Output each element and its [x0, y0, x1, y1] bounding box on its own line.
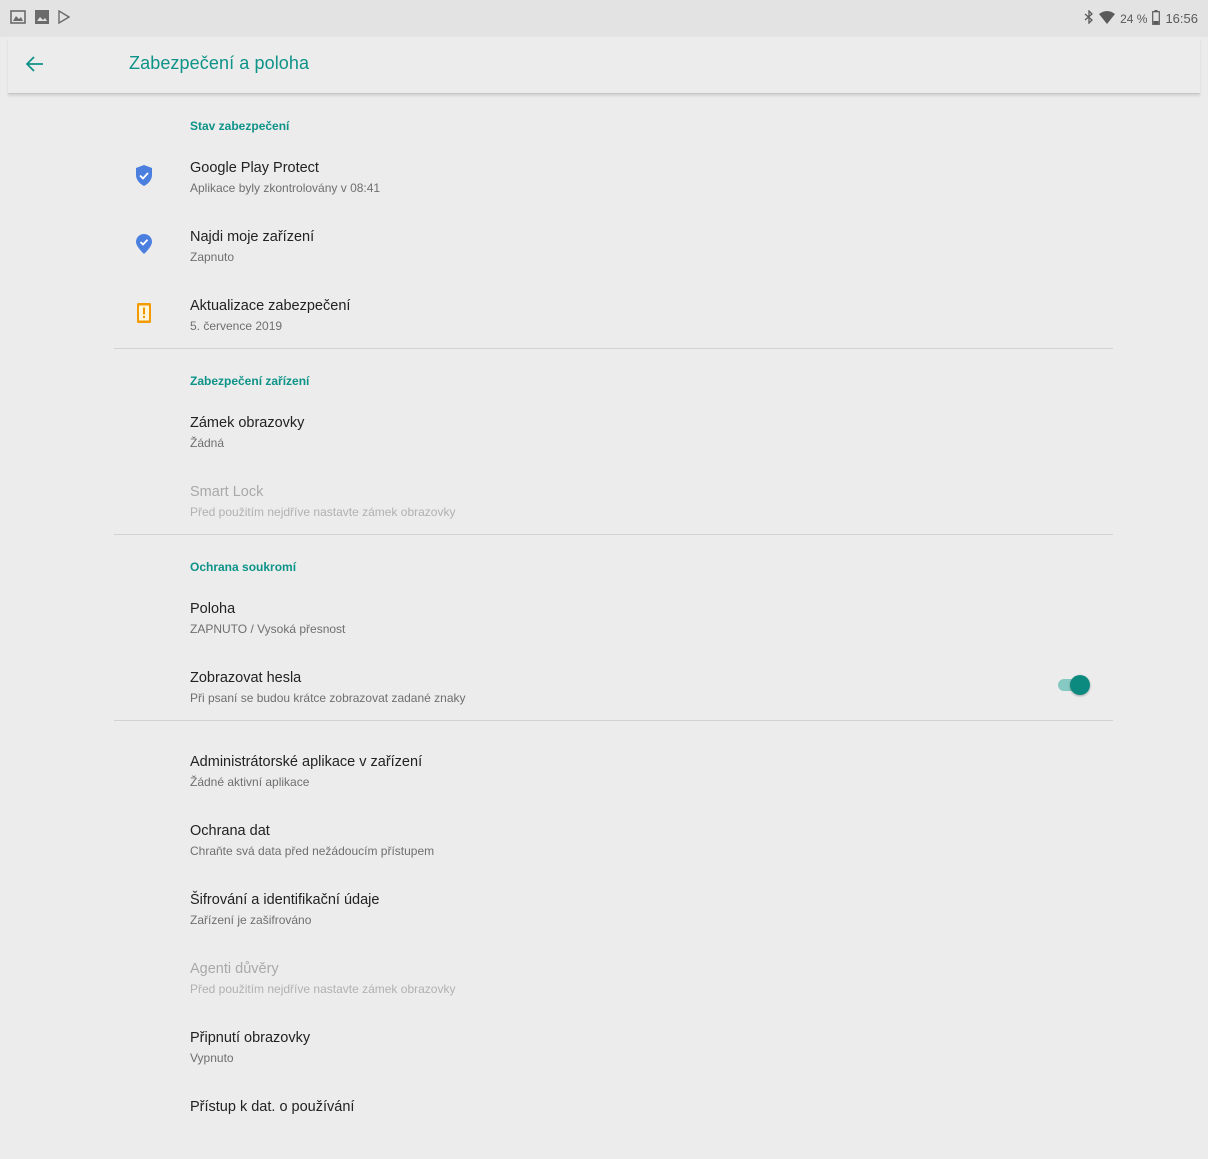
setting-title: Zámek obrazovky: [190, 415, 305, 431]
image-notification-icon: [35, 10, 49, 27]
setting-security-update[interactable]: Aktualizace zabezpečení 5. července 2019: [8, 298, 1200, 358]
app-bar: Zabezpečení a poloha: [8, 37, 1200, 94]
setting-summary: Zapnuto: [190, 250, 235, 264]
phone-alert-icon: [133, 302, 155, 324]
setting-summary: Při psaní se budou krátce zobrazovat zad…: [190, 691, 466, 705]
status-bar-system: 24 % 16:56: [1084, 9, 1198, 28]
setting-summary: Chraňte svá data před nežádoucím přístup…: [190, 844, 435, 858]
setting-title: Přístup k dat. o používání: [190, 1099, 355, 1115]
clock: 16:56: [1165, 11, 1198, 26]
arrow-back-icon: [25, 55, 44, 77]
section-divider: [114, 348, 1113, 349]
setting-title: Připnutí obrazovky: [190, 1030, 311, 1046]
setting-title: Šifrování a identifikační údaje: [190, 892, 380, 908]
setting-summary: Aplikace byly zkontrolovány v 08:41: [190, 181, 381, 195]
setting-show-passwords[interactable]: Zobrazovat hesla Při psaní se budou krát…: [8, 670, 1200, 730]
photo-notification-icon: [10, 10, 26, 27]
settings-list: Stav zabezpečení Google Play Protect Apl…: [8, 95, 1200, 1126]
setting-summary: Vypnuto: [190, 1051, 234, 1065]
status-bar-notifications: [10, 9, 71, 27]
setting-title: Poloha: [190, 601, 236, 617]
setting-google-play-protect[interactable]: Google Play Protect Aplikace byly zkontr…: [8, 160, 1200, 220]
setting-summary: 5. července 2019: [190, 319, 283, 333]
setting-title: Administrátorské aplikace v zařízení: [190, 754, 423, 770]
section-header-device-security: Zabezpečení zařízení: [190, 374, 310, 388]
show-passwords-toggle[interactable]: [1057, 674, 1091, 695]
setting-usage-access[interactable]: Přístup k dat. o používání: [8, 1099, 1200, 1159]
setting-screen-pinning[interactable]: Připnutí obrazovky Vypnuto: [8, 1030, 1200, 1090]
setting-summary: Před použitím nejdříve nastavte zámek ob…: [190, 505, 456, 519]
setting-summary: Žádná: [190, 436, 225, 450]
back-button[interactable]: [22, 53, 48, 79]
setting-smart-lock: Smart Lock Před použitím nejdříve nastav…: [8, 484, 1200, 544]
battery-percent: 24 %: [1120, 11, 1148, 26]
location-check-icon: [133, 233, 155, 255]
setting-title: Zobrazovat hesla: [190, 670, 302, 686]
setting-location[interactable]: Poloha ZAPNUTO / Vysoká přesnost: [8, 601, 1200, 661]
setting-summary: Před použitím nejdříve nastavte zámek ob…: [190, 982, 456, 996]
setting-screen-lock[interactable]: Zámek obrazovky Žádná: [8, 415, 1200, 475]
setting-data-protection[interactable]: Ochrana dat Chraňte svá data před nežádo…: [8, 823, 1200, 883]
play-store-icon: [58, 9, 71, 27]
battery-icon: [1152, 9, 1161, 28]
setting-title: Smart Lock: [190, 484, 264, 500]
setting-summary: ZAPNUTO / Vysoká přesnost: [190, 622, 346, 636]
setting-title: Aktualizace zabezpečení: [190, 298, 351, 314]
bluetooth-icon: [1084, 9, 1094, 27]
setting-summary: Zařízení je zašifrováno: [190, 913, 312, 927]
toggle-thumb: [1070, 675, 1090, 695]
setting-device-admin-apps[interactable]: Administrátorské aplikace v zařízení Žád…: [8, 754, 1200, 814]
setting-find-my-device[interactable]: Najdi moje zařízení Zapnuto: [8, 229, 1200, 289]
setting-title: Google Play Protect: [190, 160, 319, 176]
shield-check-icon: [133, 164, 155, 186]
section-divider: [114, 720, 1113, 721]
page-title: Zabezpečení a poloha: [129, 53, 310, 73]
wifi-icon: [1099, 10, 1116, 27]
setting-summary: Žádné aktivní aplikace: [190, 775, 310, 789]
section-divider: [114, 534, 1113, 535]
setting-trust-agents: Agenti důvěry Před použitím nejdříve nas…: [8, 961, 1200, 1021]
setting-title: Ochrana dat: [190, 823, 270, 839]
section-header-security-status: Stav zabezpečení: [190, 119, 290, 133]
section-header-privacy: Ochrana soukromí: [190, 560, 297, 574]
setting-encryption-credentials[interactable]: Šifrování a identifikační údaje Zařízení…: [8, 892, 1200, 952]
setting-title: Najdi moje zařízení: [190, 229, 315, 245]
setting-title: Agenti důvěry: [190, 961, 279, 977]
status-bar: 24 % 16:56: [0, 0, 1208, 37]
